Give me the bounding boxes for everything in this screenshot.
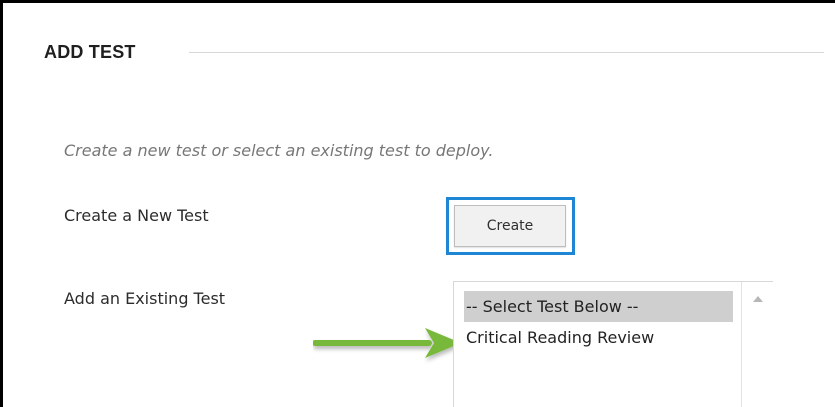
add-existing-test-label: Add an Existing Test (64, 289, 226, 308)
listbox-scrollbar[interactable] (741, 282, 773, 407)
scroll-up-icon[interactable] (753, 296, 763, 302)
existing-test-listbox[interactable]: -- Select Test Below -- Critical Reading… (453, 281, 773, 407)
add-test-screen: ADD TEST Create a new test or select an … (0, 0, 835, 407)
create-button[interactable]: Create (454, 205, 566, 247)
section-header: ADD TEST (44, 41, 824, 67)
section-divider (189, 52, 824, 53)
test-options-list: -- Select Test Below -- Critical Reading… (464, 291, 733, 353)
instruction-text: Create a new test or select an existing … (64, 141, 494, 160)
content-frame: ADD TEST Create a new test or select an … (0, 0, 835, 407)
critical-reading-review-option[interactable]: Critical Reading Review (464, 322, 733, 353)
select-test-placeholder-option[interactable]: -- Select Test Below -- (464, 291, 733, 322)
green-arrow-icon (313, 328, 461, 358)
section-title: ADD TEST (44, 42, 136, 62)
create-new-test-label: Create a New Test (64, 206, 209, 225)
